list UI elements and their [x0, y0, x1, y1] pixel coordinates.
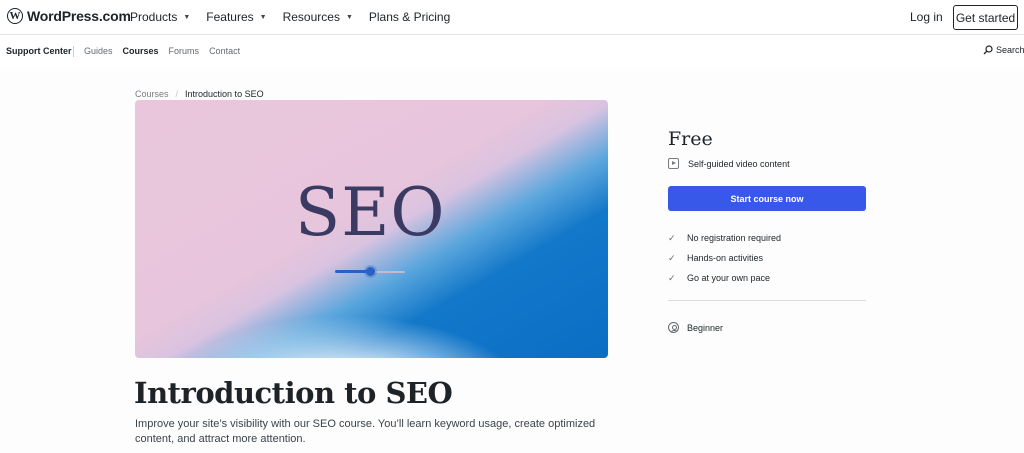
slider-thumb — [366, 267, 375, 276]
nav-plans-pricing[interactable]: Plans & Pricing — [369, 10, 450, 24]
video-play-icon — [668, 158, 679, 169]
breadcrumb-separator: / — [175, 89, 179, 99]
subnav-divider — [73, 46, 74, 57]
course-price: Free — [668, 128, 713, 150]
content-type-label: Self-guided video content — [688, 158, 790, 169]
support-subnav: Support Center Guides Courses Forums Con… — [0, 35, 1024, 67]
search-button[interactable]: Search — [983, 45, 1024, 55]
nav-features[interactable]: Features ▼ — [206, 10, 266, 24]
checkmark-icon: ✓ — [668, 232, 676, 243]
course-hero-image: SEO — [135, 100, 608, 358]
subnav-links: Guides Courses Forums Contact — [84, 46, 240, 56]
subnav-contact[interactable]: Contact — [209, 46, 240, 56]
user-level-icon — [668, 322, 679, 333]
checkmark-icon: ✓ — [668, 252, 676, 263]
top-navigation: W WordPress.com Products ▼ Features ▼ Re… — [0, 0, 1024, 35]
breadcrumb: Courses / Introduction to SEO — [135, 89, 264, 99]
get-started-button[interactable]: Get started — [953, 5, 1018, 30]
nav-plans-pricing-label: Plans & Pricing — [368, 10, 451, 24]
list-item: ✓ Hands-on activities — [668, 248, 781, 268]
search-icon — [983, 45, 993, 55]
feature-label: No registration required — [687, 233, 782, 243]
course-level-label: Beginner — [687, 322, 724, 333]
nav-products-label: Products — [130, 10, 178, 24]
feature-label: Go at your own pace — [687, 273, 771, 283]
chevron-down-icon: ▼ — [183, 13, 191, 21]
subnav-forums[interactable]: Forums — [169, 46, 200, 56]
course-description: Improve your site’s visibility with our … — [135, 418, 596, 445]
feature-label: Hands-on activities — [687, 253, 764, 263]
logo-text: WordPress.com — [27, 8, 131, 24]
breadcrumb-courses[interactable]: Courses — [135, 89, 169, 99]
nav-products[interactable]: Products ▼ — [130, 10, 190, 24]
nav-features-label: Features — [206, 10, 254, 24]
wordpress-logo[interactable]: W WordPress.com — [7, 8, 131, 24]
subnav-courses[interactable]: Courses — [123, 46, 159, 56]
support-center-link[interactable]: Support Center — [6, 46, 72, 56]
chevron-down-icon: ▼ — [259, 13, 267, 21]
chevron-down-icon: ▼ — [345, 13, 353, 21]
hero-slider-graphic — [335, 267, 405, 276]
nav-resources-label: Resources — [282, 10, 340, 24]
course-level: Beginner — [668, 322, 723, 333]
subnav-guides[interactable]: Guides — [84, 46, 113, 56]
course-features-list: ✓ No registration required ✓ Hands-on ac… — [668, 228, 781, 288]
start-course-button[interactable]: Start course now — [668, 186, 866, 211]
list-item: ✓ No registration required — [668, 228, 781, 248]
course-title: Introduction to SEO — [134, 376, 453, 410]
list-item: ✓ Go at your own pace — [668, 268, 781, 288]
sidebar-divider — [668, 300, 866, 301]
wordpress-logo-icon: W — [7, 8, 23, 24]
hero-seo-text: SEO — [295, 174, 446, 251]
search-label: Search — [996, 45, 1024, 55]
content-type: Self-guided video content — [668, 158, 790, 169]
checkmark-icon: ✓ — [668, 272, 676, 283]
main-nav: Products ▼ Features ▼ Resources ▼ Plans … — [130, 10, 466, 24]
nav-resources[interactable]: Resources ▼ — [283, 10, 353, 24]
breadcrumb-current: Introduction to SEO — [185, 89, 264, 99]
login-link[interactable]: Log in — [910, 10, 943, 24]
